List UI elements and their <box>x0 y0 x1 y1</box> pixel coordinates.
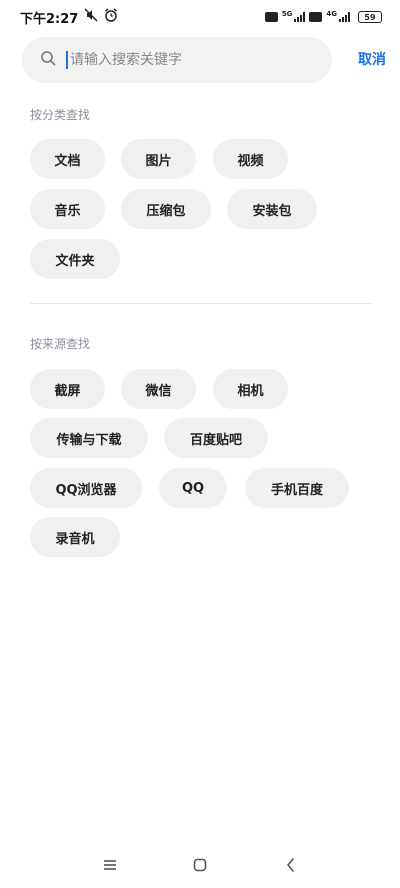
section-title-category: 按分类查找 <box>30 108 91 122</box>
category-chip-archives[interactable]: 压缩包 <box>121 189 211 229</box>
source-chip-wechat[interactable]: 微信 <box>121 369 196 409</box>
search-input[interactable] <box>70 52 300 68</box>
search-icon <box>40 50 56 70</box>
signal-icon-2 <box>339 12 350 22</box>
status-left: 下午2:27 <box>20 8 118 27</box>
source-chip-transfer-download[interactable]: 传输与下载 <box>30 418 148 458</box>
mute-icon <box>84 8 98 26</box>
section-title-source: 按来源查找 <box>30 337 91 351</box>
battery-icon: 59 <box>358 11 382 23</box>
category-chip-documents[interactable]: 文档 <box>30 139 105 179</box>
source-chip-recorder[interactable]: 录音机 <box>30 517 120 557</box>
cancel-button[interactable]: 取消 <box>358 37 386 83</box>
category-chip-music[interactable]: 音乐 <box>30 189 105 229</box>
source-chip-qq[interactable]: QQ <box>159 468 227 508</box>
source-chip-qq-browser[interactable]: QQ浏览器 <box>30 468 142 508</box>
menu-icon[interactable] <box>98 853 122 877</box>
battery-level: 59 <box>364 12 376 22</box>
search-box[interactable] <box>22 37 332 83</box>
category-chip-installers[interactable]: 安装包 <box>227 189 317 229</box>
network-label-1: 5G <box>281 10 293 18</box>
source-chip-camera[interactable]: 相机 <box>213 369 288 409</box>
alarm-icon <box>104 8 118 26</box>
back-icon[interactable] <box>279 853 303 877</box>
section-divider <box>30 303 372 304</box>
status-bar: 下午2:27 5G 4G 59 <box>0 0 400 34</box>
signal-icon <box>294 12 306 22</box>
status-right: 5G 4G 59 <box>264 10 382 23</box>
source-chip-baidu-tieba[interactable]: 百度贴吧 <box>164 418 268 458</box>
category-chip-videos[interactable]: 视频 <box>213 139 288 179</box>
category-chip-folders[interactable]: 文件夹 <box>30 239 120 279</box>
search-row: 取消 <box>22 37 386 83</box>
source-chip-screenshots[interactable]: 截屏 <box>30 369 105 409</box>
navigation-bar <box>0 845 400 885</box>
category-chip-images[interactable]: 图片 <box>121 139 196 179</box>
source-chip-mobile-baidu[interactable]: 手机百度 <box>245 468 349 508</box>
sim-icon <box>264 12 278 22</box>
home-icon[interactable] <box>188 853 212 877</box>
text-cursor <box>66 51 68 69</box>
sim-icon-2 <box>309 12 323 22</box>
network-label-2: 4G <box>326 10 337 18</box>
status-time: 下午2:27 <box>20 11 79 27</box>
